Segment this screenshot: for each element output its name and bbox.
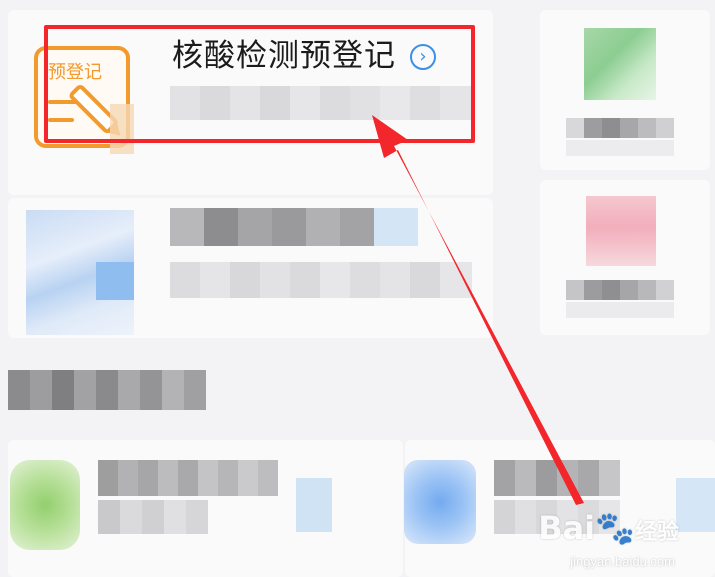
baidu-watermark: Bai🐾经验 xyxy=(538,509,679,547)
annotation-arrow xyxy=(372,115,584,505)
paw-icon: 🐾 xyxy=(595,509,635,547)
watermark-domain: jingyan.baidu.com xyxy=(570,554,675,569)
watermark-brand: Bai xyxy=(538,509,596,547)
watermark-brand-cn: 经验 xyxy=(634,520,679,545)
